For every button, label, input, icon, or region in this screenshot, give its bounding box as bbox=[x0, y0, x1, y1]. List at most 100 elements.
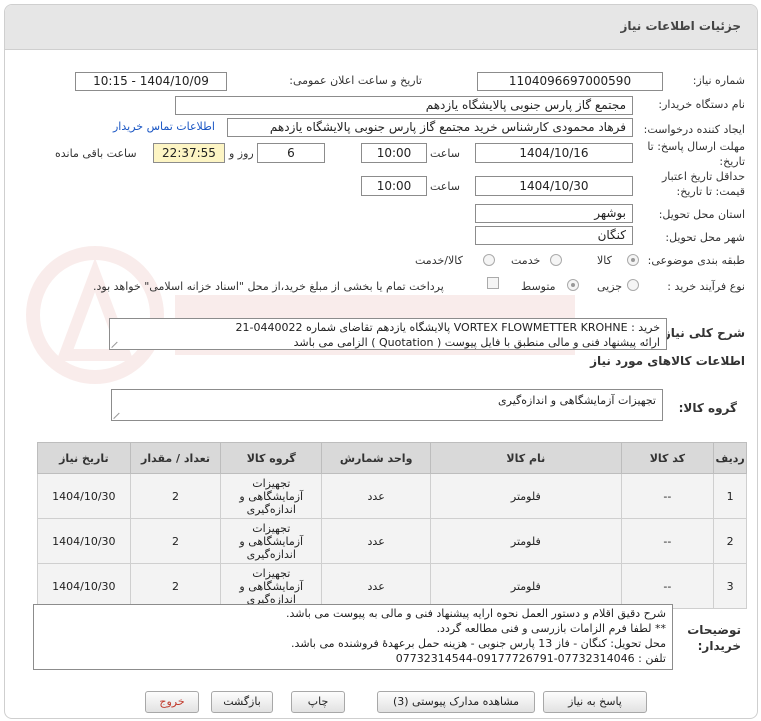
buyer-notes-label-2: خریدار: bbox=[697, 639, 741, 653]
cell-name: فلومتر bbox=[430, 518, 622, 564]
cell-qty: 2 bbox=[129, 518, 222, 564]
cell-group-line: تجهیزات bbox=[252, 566, 291, 580]
print-button[interactable]: چاپ bbox=[291, 691, 345, 713]
cell-name: فلومتر bbox=[430, 563, 622, 609]
col-group: گروه کالا bbox=[220, 442, 323, 474]
col-qty: تعداد / مقدار bbox=[129, 442, 222, 474]
announce-date-label: تاریخ و ساعت اعلان عمومی: bbox=[289, 74, 422, 87]
cell-code: -- bbox=[620, 563, 715, 609]
province-field: بوشهر bbox=[475, 204, 633, 223]
validity-label-date: قیمت: تا تاریخ: bbox=[676, 185, 745, 198]
table-header-row: ردیف کد کالا نام کالا واحد شمارش گروه کا… bbox=[37, 442, 747, 474]
goods-group-label: گروه کالا: bbox=[678, 401, 737, 415]
cell-unit: عدد bbox=[321, 518, 432, 564]
cell-group-line: اندازه‌گیری bbox=[246, 547, 296, 561]
cell-date: 1404/10/30 bbox=[37, 473, 131, 519]
page-header: جزئیات اطلاعات نیاز bbox=[5, 5, 757, 50]
cell-group-line: آزمایشگاهی و bbox=[239, 579, 304, 593]
city-label: شهر محل تحویل: bbox=[665, 231, 745, 244]
col-date: تاریخ نیاز bbox=[37, 442, 131, 474]
watermark-logo bbox=[26, 246, 575, 384]
creator-field: فرهاد محمودی کارشناس خرید مجتمع گاز پارس… bbox=[227, 118, 633, 137]
remaining-time-field: 22:37:55 bbox=[153, 143, 225, 163]
page-frame: جزئیات اطلاعات نیاز شماره نیاز: 11040966… bbox=[4, 4, 758, 719]
treasury-checkbox[interactable] bbox=[487, 277, 499, 289]
buyer-notes-line-4: تلفن : 07732314046-09177726791-077323145… bbox=[395, 652, 666, 665]
cell-group: تجهیزات آزمایشگاهی و اندازه‌گیری bbox=[220, 473, 323, 519]
resize-grip-icon[interactable] bbox=[112, 340, 120, 348]
process-radio-medium[interactable] bbox=[567, 279, 579, 291]
col-unit: واحد شمارش bbox=[321, 442, 432, 474]
description-label: شرح کلی نیاز: bbox=[659, 326, 745, 340]
goods-section-title: اطلاعات کالاهای مورد نیاز bbox=[590, 354, 745, 368]
cell-group: تجهیزات آزمایشگاهی و اندازه‌گیری bbox=[220, 518, 323, 564]
description-line-1: خرید : VORTEX FLOWMETTER KROHNE پالایشگا… bbox=[235, 321, 660, 334]
deadline-label-date: تاریخ: bbox=[719, 155, 745, 168]
cell-group-line: اندازه‌گیری bbox=[246, 502, 296, 516]
validity-time-field: 10:00 bbox=[361, 176, 427, 196]
description-textarea[interactable]: خرید : VORTEX FLOWMETTER KROHNE پالایشگا… bbox=[109, 318, 667, 350]
cell-group-line: تجهیزات bbox=[252, 521, 291, 535]
category-radio-goods-service[interactable] bbox=[483, 254, 495, 266]
buyer-notes-line-3: محل تحویل: کنگان - فاز 13 پارس جنوبی - ه… bbox=[291, 637, 666, 650]
items-table: ردیف کد کالا نام کالا واحد شمارش گروه کا… bbox=[37, 442, 747, 609]
payment-note: پرداخت تمام یا بخشی از مبلغ خرید،از محل … bbox=[93, 280, 444, 293]
buyer-contact-link[interactable]: اطلاعات تماس خریدار bbox=[113, 120, 215, 133]
validity-time-word: ساعت bbox=[430, 180, 460, 193]
back-button[interactable]: بازگشت bbox=[211, 691, 273, 713]
deadline-time-field: 10:00 bbox=[361, 143, 427, 163]
cell-unit: عدد bbox=[321, 563, 432, 609]
process-option-medium: متوسط bbox=[521, 280, 556, 293]
cell-date: 1404/10/30 bbox=[37, 518, 131, 564]
need-number-label: شماره نیاز: bbox=[692, 74, 745, 87]
deadline-date-field: 1404/10/16 bbox=[475, 143, 633, 163]
cell-date: 1404/10/30 bbox=[37, 563, 131, 609]
process-option-minor: جزیی bbox=[597, 280, 623, 293]
need-number-field: 1104096697000590 bbox=[477, 72, 663, 91]
table-row: 2 -- فلومتر عدد تجهیزات آزمایشگاهی و انداز… bbox=[37, 518, 747, 564]
category-label: طبقه بندی موضوعی: bbox=[647, 254, 745, 267]
validity-date-field: 1404/10/30 bbox=[475, 176, 633, 196]
province-label: استان محل تحویل: bbox=[658, 208, 745, 221]
buyer-org-label: نام دستگاه خریدار: bbox=[658, 98, 745, 111]
col-code: کد کالا bbox=[620, 442, 715, 474]
city-field: کنگان bbox=[475, 226, 633, 245]
creator-label: ایجاد کننده درخواست: bbox=[643, 123, 745, 136]
exit-button[interactable]: خروج bbox=[145, 691, 199, 713]
table-row: 3 -- فلومتر عدد تجهیزات آزمایشگاهی و انداز… bbox=[37, 563, 747, 609]
remaining-word: ساعت باقی مانده bbox=[55, 147, 137, 160]
category-radio-goods[interactable] bbox=[627, 254, 639, 266]
buyer-org-field: مجتمع گاز پارس جنوبی پالایشگاه یازدهم bbox=[175, 96, 633, 115]
col-row: ردیف bbox=[713, 442, 747, 474]
validity-label: حداقل تاریخ اعتبار bbox=[661, 170, 745, 183]
process-radio-minor[interactable] bbox=[627, 279, 639, 291]
cell-qty: 2 bbox=[129, 563, 222, 609]
resize-grip-icon[interactable] bbox=[114, 411, 122, 419]
cell-name: فلومتر bbox=[430, 473, 622, 519]
cell-group-line: آزمایشگاهی و bbox=[239, 534, 304, 548]
buyer-notes-line-2: ** لطفا فرم الزامات بازرسی و فنی مطالعه … bbox=[436, 622, 666, 635]
buyer-notes-label: توضیحات bbox=[687, 623, 741, 637]
reply-button[interactable]: پاسخ به نیاز bbox=[543, 691, 647, 713]
deadline-label: مهلت ارسال پاسخ: تا bbox=[647, 140, 745, 153]
process-label: نوع فرآیند خرید : bbox=[667, 280, 745, 293]
cell-group: تجهیزات آزمایشگاهی و اندازه‌گیری bbox=[220, 563, 323, 609]
buyer-notes-textarea[interactable]: شرح دقیق اقلام و دستور العمل نحوه ارایه … bbox=[33, 604, 673, 670]
cell-unit: عدد bbox=[321, 473, 432, 519]
attachments-button[interactable]: مشاهده مدارک پیوستی (3) bbox=[377, 691, 535, 713]
category-radio-service[interactable] bbox=[550, 254, 562, 266]
table-row: 1 -- فلومتر عدد تجهیزات آزمایشگاهی و انداز… bbox=[37, 473, 747, 519]
buyer-notes-line-1: شرح دقیق اقلام و دستور العمل نحوه ارایه … bbox=[286, 607, 666, 620]
category-option-goods-service: کالا/خدمت bbox=[415, 254, 463, 267]
cell-code: -- bbox=[620, 473, 715, 519]
announce-date-field: 1404/10/09 - 10:15 bbox=[75, 72, 227, 91]
cell-group-line: آزمایشگاهی و bbox=[239, 489, 304, 503]
category-option-goods: کالا bbox=[597, 254, 612, 267]
days-word: روز و bbox=[229, 147, 254, 160]
cell-row: 1 bbox=[713, 473, 747, 519]
cell-qty: 2 bbox=[129, 473, 222, 519]
cell-group-line: تجهیزات bbox=[252, 476, 291, 490]
category-option-service: خدمت bbox=[511, 254, 541, 267]
goods-group-textarea[interactable]: تجهیزات آزمایشگاهی و اندازه‌گیری bbox=[111, 389, 663, 421]
remaining-days-field: 6 bbox=[257, 143, 325, 163]
